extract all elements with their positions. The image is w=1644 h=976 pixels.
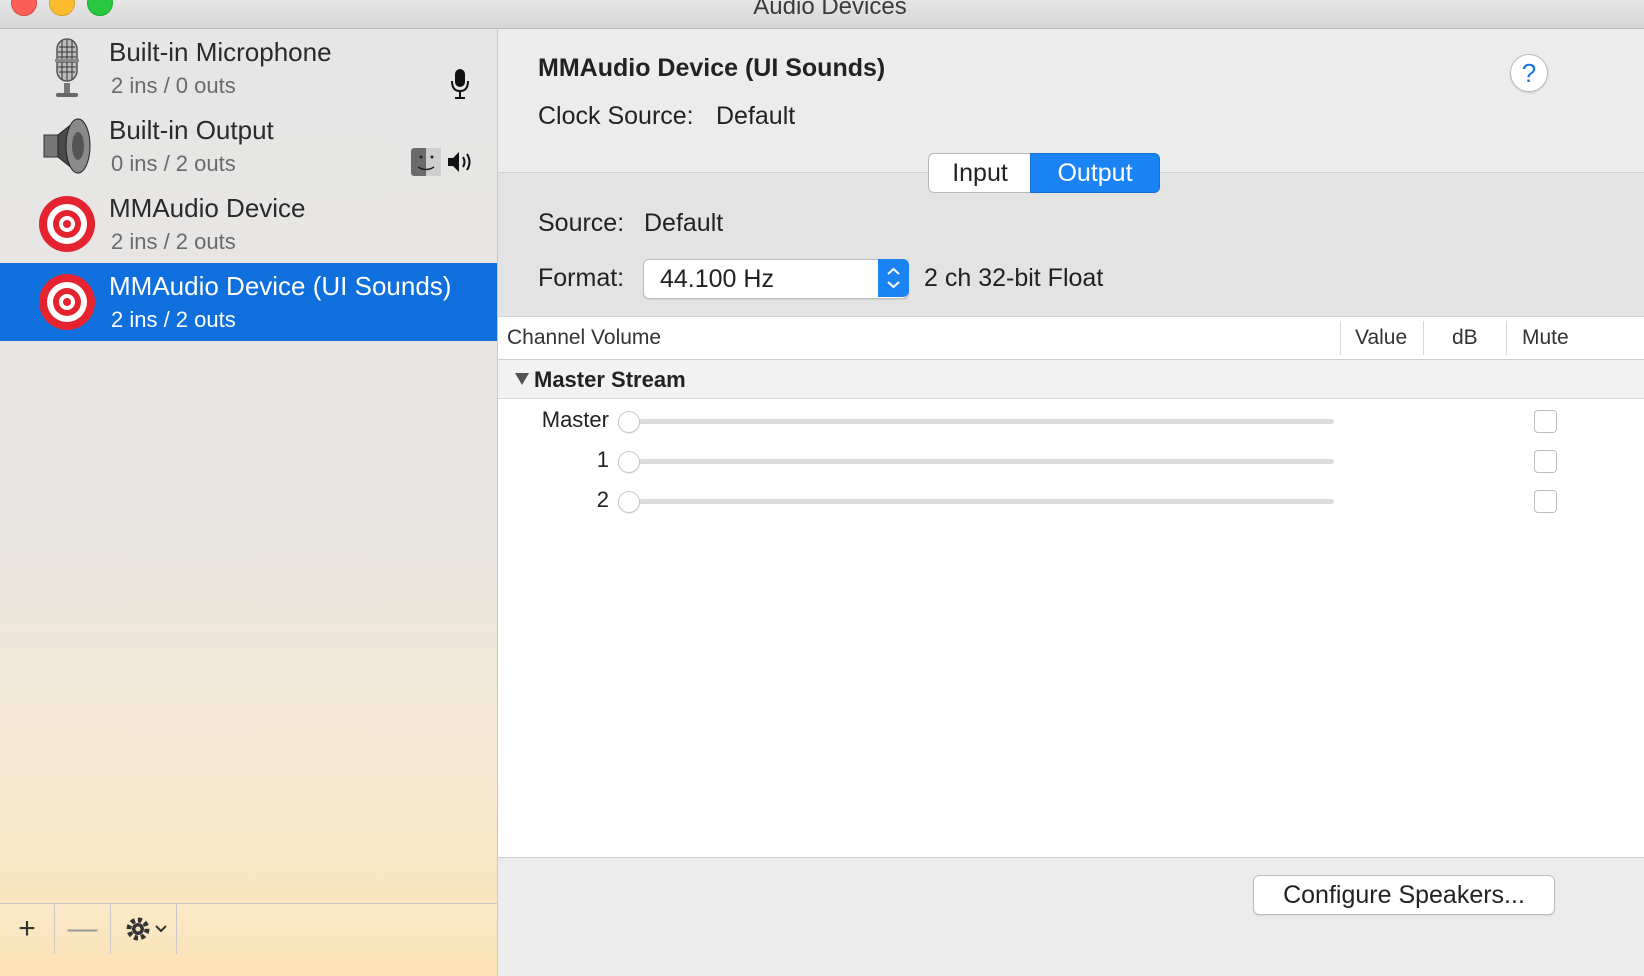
title-bar: Audio Devices	[0, 0, 1644, 29]
help-button[interactable]: ?	[1510, 54, 1548, 92]
format-rate-value: 44.100 Hz	[660, 265, 774, 293]
configure-speakers-button[interactable]: Configure Speakers...	[1253, 875, 1555, 915]
group-row-master-stream[interactable]: Master Stream	[498, 360, 1644, 399]
format-rate-select[interactable]: 44.100 Hz	[643, 259, 909, 299]
speaker-badge-icon	[448, 152, 471, 172]
device-name: MMAudio Device (UI Sounds)	[109, 271, 452, 301]
tab-input[interactable]: Input	[928, 153, 1031, 193]
device-list: Built-in Microphone 2 ins / 0 outs Built…	[0, 29, 498, 976]
target-icon	[39, 196, 95, 252]
volume-slider-knob[interactable]	[618, 451, 640, 473]
remove-device-button[interactable]: —	[55, 904, 111, 954]
channel-label: 2	[596, 487, 609, 512]
mute-checkbox[interactable]	[1534, 410, 1557, 433]
device-item-mmaudio-device[interactable]: MMAudio Device 2 ins / 2 outs	[0, 185, 497, 263]
disclosure-triangle-icon[interactable]	[514, 372, 530, 386]
mute-checkbox[interactable]	[1534, 490, 1557, 513]
finder-icon	[411, 148, 441, 176]
volume-slider-knob[interactable]	[618, 411, 640, 433]
device-item-mmaudio-ui-sounds[interactable]: MMAudio Device (UI Sounds) 2 ins / 2 out…	[0, 263, 497, 341]
device-item-built-in-output[interactable]: Built-in Output 0 ins / 2 outs	[0, 107, 497, 185]
mic-badge-icon	[451, 69, 469, 99]
device-actions-button[interactable]	[111, 904, 177, 954]
device-name: MMAudio Device	[109, 193, 306, 223]
device-io: 2 ins / 2 outs	[111, 307, 236, 332]
source-label: Source:	[538, 209, 625, 237]
column-header-mute[interactable]: Mute	[1522, 317, 1644, 359]
column-header-channel-volume[interactable]: Channel Volume	[507, 317, 661, 359]
clock-source-value: Default	[716, 102, 796, 130]
device-item-built-in-microphone[interactable]: Built-in Microphone 2 ins / 0 outs	[0, 29, 497, 107]
column-divider	[1423, 321, 1424, 355]
group-label: Master Stream	[534, 367, 686, 392]
volume-slider-track[interactable]	[628, 459, 1334, 464]
sidebar-toolbar: + —	[0, 903, 497, 954]
device-io: 2 ins / 2 outs	[111, 229, 236, 254]
speaker-icon	[43, 117, 91, 175]
mute-checkbox[interactable]	[1534, 450, 1557, 473]
device-name: Built-in Output	[109, 115, 274, 145]
volume-slider-knob[interactable]	[618, 491, 640, 513]
channel-label: 1	[596, 447, 609, 472]
volume-slider-track[interactable]	[628, 499, 1334, 504]
format-description: 2 ch 32-bit Float	[924, 264, 1104, 292]
tab-output[interactable]: Output	[1030, 153, 1160, 193]
channel-volume-table: Channel Volume Value dB Mute Master Stre…	[498, 316, 1644, 858]
column-header-value[interactable]: Value	[1355, 317, 1407, 359]
stepper-arrows-icon	[878, 259, 909, 297]
format-label: Format:	[538, 264, 625, 292]
gear-icon	[126, 917, 167, 941]
device-io: 2 ins / 0 outs	[111, 73, 236, 98]
add-device-button[interactable]: +	[0, 904, 55, 954]
source-value: Default	[644, 209, 724, 237]
volume-slider-track[interactable]	[628, 419, 1334, 424]
device-name: Built-in Microphone	[109, 37, 332, 67]
microphone-icon	[55, 38, 79, 97]
target-icon	[39, 274, 95, 330]
channel-label: Master	[541, 407, 609, 432]
column-header-db[interactable]: dB	[1452, 317, 1478, 359]
column-divider	[1506, 321, 1507, 355]
device-io: 0 ins / 2 outs	[111, 151, 236, 176]
window-title: Audio Devices	[753, 0, 907, 20]
device-title: MMAudio Device (UI Sounds)	[538, 54, 886, 82]
clock-source-label: Clock Source:	[538, 102, 694, 130]
column-divider	[1340, 321, 1341, 355]
